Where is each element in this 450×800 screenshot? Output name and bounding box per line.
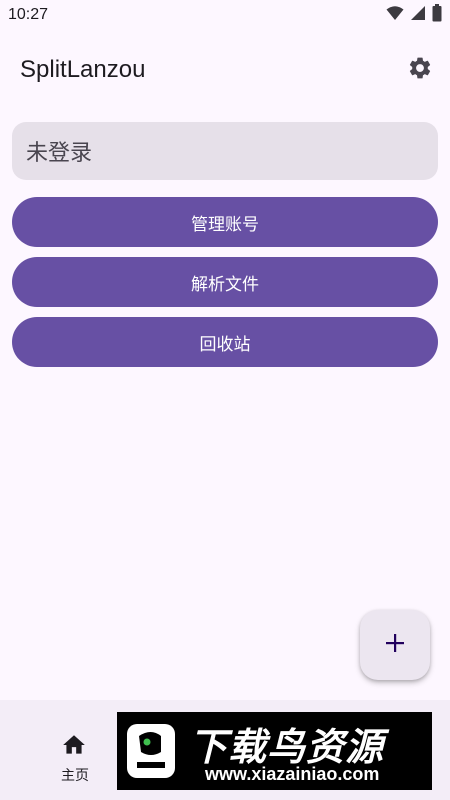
watermark-title: 下载鸟资源 <box>189 725 385 769</box>
status-icons <box>386 4 442 26</box>
bird-logo-icon <box>125 722 177 780</box>
app-title: SplitLanzou <box>20 56 146 83</box>
parse-file-button[interactable]: 解析文件 <box>12 257 438 307</box>
status-bar: 10:27 <box>0 0 450 30</box>
login-status-text: 未登录 <box>26 141 93 166</box>
add-fab-button[interactable] <box>360 610 430 680</box>
watermark-url: www.xiazainiao.com <box>205 764 380 784</box>
settings-button[interactable] <box>404 54 436 86</box>
watermark-banner: 下载鸟资源 www.xiazainiao.com <box>117 712 432 790</box>
wifi-icon <box>386 5 404 25</box>
gear-icon <box>407 55 433 85</box>
app-screen: 10:27 SplitLanzou 未登录 管理账号 解析文件 回收站 主页 下… <box>0 0 450 800</box>
recycle-bin-button[interactable]: 回收站 <box>12 317 438 367</box>
plus-icon <box>384 632 406 658</box>
login-status-field: 未登录 <box>12 122 438 180</box>
nav-item-home-label: 主页 <box>61 768 89 784</box>
signal-icon <box>410 5 426 25</box>
nav-item-home[interactable]: 主页 <box>30 710 120 790</box>
battery-icon <box>432 4 442 26</box>
status-time: 10:27 <box>8 6 49 23</box>
manage-accounts-button[interactable]: 管理账号 <box>12 197 438 247</box>
home-icon <box>61 732 87 758</box>
